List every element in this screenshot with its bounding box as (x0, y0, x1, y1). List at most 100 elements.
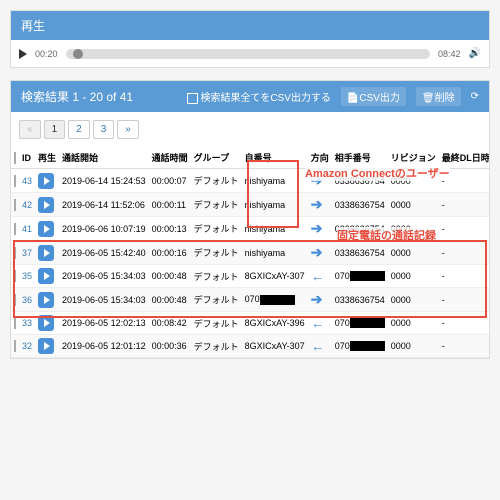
table-row: 332019-06-05 12:02:1300:08:42デフォルト8GXICx… (11, 312, 489, 335)
last-dl: - (439, 265, 489, 288)
call-duration: 00:00:13 (149, 217, 191, 241)
slider-thumb[interactable] (73, 49, 83, 59)
col-header: 再生 (35, 147, 59, 169)
player-title: 再生 (11, 11, 489, 40)
table-row: 422019-06-14 11:52:0600:00:11デフォルトnishiy… (11, 193, 489, 217)
audio-controls: 00:20 08:42 🔊 (11, 40, 489, 67)
results-panel: 検索結果 1 - 20 of 41 検索結果全てをCSV出力する 📄CSV出力 … (10, 80, 490, 359)
table-row: 32 2019-06-05 12:01:1200:00:36デフォルト8GXICx… (11, 335, 489, 358)
call-start: 2019-06-05 15:42:40 (59, 241, 149, 265)
row-checkbox[interactable] (14, 247, 16, 259)
row-checkbox[interactable] (14, 270, 16, 282)
col-header: グループ (191, 147, 242, 169)
self-number: nishiyama (242, 169, 308, 193)
direction-icon: ➔ (311, 220, 323, 236)
call-start: 2019-06-05 15:34:03 (59, 265, 149, 288)
time-current: 00:20 (31, 49, 62, 59)
call-start: 2019-06-06 10:07:19 (59, 217, 149, 241)
direction-icon: ← (311, 338, 325, 354)
revision: 0000 (388, 241, 439, 265)
row-id[interactable]: 35 (22, 271, 32, 281)
direction-icon: ➔ (311, 291, 323, 307)
row-checkbox[interactable] (14, 223, 16, 235)
call-start: 2019-06-05 15:34:03 (59, 288, 149, 312)
self-number: nishiyama (242, 193, 308, 217)
annotation-amazon: Amazon Connectのユーザー (305, 165, 450, 181)
row-id[interactable]: 42 (22, 200, 32, 210)
group: デフォルト (191, 335, 242, 358)
select-all-checkbox[interactable] (14, 152, 16, 164)
audio-slider[interactable] (66, 49, 430, 59)
last-dl: - (439, 335, 489, 358)
peer-number: 070 (332, 312, 388, 335)
last-dl: - (439, 241, 489, 265)
group: デフォルト (191, 241, 242, 265)
row-id[interactable]: 41 (22, 224, 32, 234)
group: デフォルト (191, 193, 242, 217)
play-button[interactable] (38, 315, 54, 331)
row-id[interactable]: 37 (22, 248, 32, 258)
col-header: ID (19, 147, 35, 169)
play-button[interactable] (38, 292, 54, 308)
call-duration: 00:00:36 (149, 335, 191, 358)
row-id[interactable]: 36 (22, 295, 32, 305)
direction-icon: ➔ (311, 244, 323, 260)
last-dl: - (439, 288, 489, 312)
last-dl: - (439, 312, 489, 335)
play-button[interactable] (38, 245, 54, 261)
play-button[interactable] (38, 338, 54, 354)
volume-icon[interactable]: 🔊 (469, 48, 481, 59)
call-start: 2019-06-14 11:52:06 (59, 193, 149, 217)
csv-all-label: 検索結果全てをCSV出力する (201, 93, 331, 104)
row-checkbox[interactable] (14, 294, 16, 306)
row-checkbox[interactable] (14, 317, 16, 329)
direction-icon: ← (311, 268, 325, 284)
self-number: 8GXICxAY-307 (242, 335, 308, 358)
play-button[interactable] (38, 221, 54, 237)
table-row: 362019-06-05 15:34:0300:00:48デフォルト070➔03… (11, 288, 489, 312)
direction-icon: ← (311, 315, 325, 331)
play-button[interactable] (38, 197, 54, 213)
self-number: nishiyama (242, 241, 308, 265)
row-checkbox[interactable] (14, 340, 16, 352)
csv-export-button[interactable]: 📄CSV出力 (341, 87, 406, 106)
row-checkbox[interactable] (14, 199, 16, 211)
call-duration: 00:00:48 (149, 265, 191, 288)
group: デフォルト (191, 288, 242, 312)
col-header (11, 147, 19, 169)
play-button[interactable] (38, 173, 54, 189)
group: デフォルト (191, 265, 242, 288)
page-3[interactable]: 3 (93, 120, 115, 139)
row-checkbox[interactable] (14, 175, 16, 187)
row-id[interactable]: 32 (22, 341, 32, 351)
last-dl: - (439, 217, 489, 241)
play-icon[interactable] (19, 49, 27, 59)
page-«[interactable]: « (19, 120, 41, 139)
delete-button[interactable]: 🗑削除 (416, 87, 461, 106)
time-total: 08:42 (434, 49, 465, 59)
self-number: 8GXICxAY-307 (242, 265, 308, 288)
page-1[interactable]: 1 (44, 120, 66, 139)
self-number: nishiyama (242, 217, 308, 241)
table-row: 35 2019-06-05 15:34:0300:00:48デフォルト8GXICx… (11, 265, 489, 288)
play-button[interactable] (38, 268, 54, 284)
page-»[interactable]: » (117, 120, 139, 139)
row-id[interactable]: 43 (22, 176, 32, 186)
csv-all-checkbox[interactable] (187, 93, 198, 104)
direction-icon: ➔ (311, 196, 323, 212)
revision: 0000 (388, 312, 439, 335)
peer-number: 070 (332, 335, 388, 358)
page-2[interactable]: 2 (68, 120, 90, 139)
group: デフォルト (191, 312, 242, 335)
call-duration: 00:00:16 (149, 241, 191, 265)
call-start: 2019-06-05 12:01:12 (59, 335, 149, 358)
col-header: 自番号 (242, 147, 308, 169)
row-id[interactable]: 33 (22, 318, 32, 328)
col-header: 通話時間 (149, 147, 191, 169)
refresh-icon[interactable]: ⟳ (471, 91, 479, 102)
self-number: 070 (242, 288, 308, 312)
peer-number: 0338636754 (332, 241, 388, 265)
peer-number: 070 (332, 265, 388, 288)
call-duration: 00:08:42 (149, 312, 191, 335)
annotation-landline: 固定電話の通話記録 (337, 227, 436, 243)
